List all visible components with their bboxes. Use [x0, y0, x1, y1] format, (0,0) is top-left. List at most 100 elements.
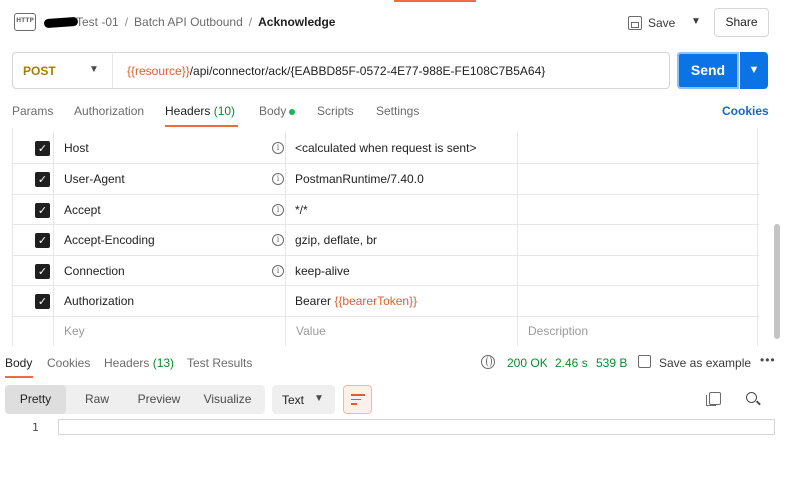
view-raw[interactable]: Raw [66, 385, 128, 414]
breadcrumb-folder[interactable]: Batch API Outbound [134, 15, 243, 29]
response-tab-test-results[interactable]: Test Results [187, 356, 252, 370]
new-header-row: Key Value Description [13, 317, 759, 346]
table-row: ✓ Accept-Encoding i gzip, deflate, br [13, 225, 759, 256]
response-tab-headers-label: Headers [104, 356, 150, 370]
response-size[interactable]: 539 B [596, 356, 627, 370]
header-enabled-checkbox[interactable]: ✓ [35, 264, 50, 279]
url-variable: {{resource}} [127, 64, 190, 78]
active-tab-underline [165, 125, 238, 127]
header-key[interactable]: Host [64, 141, 89, 155]
header-description[interactable] [518, 164, 759, 194]
save-options-chevron-down-icon[interactable]: ▼ [688, 14, 704, 30]
http-request-icon: HTTP [14, 13, 36, 31]
header-value[interactable]: */* [295, 203, 308, 217]
tab-body[interactable]: Body [259, 104, 296, 118]
wrap-lines-button[interactable] [343, 385, 372, 414]
new-value-input[interactable]: Value [296, 324, 326, 338]
table-row: ✓ Authorization Bearer {{bearerToken}} [13, 286, 759, 317]
header-value[interactable]: PostmanRuntime/7.40.0 [295, 172, 424, 186]
response-headers-count: (13) [152, 356, 175, 370]
tab-authorization[interactable]: Authorization [74, 104, 144, 118]
info-icon[interactable]: i [272, 204, 284, 216]
tab-settings[interactable]: Settings [376, 104, 419, 118]
tab-headers-label: Headers [165, 104, 211, 118]
table-row: ✓ Accept i */* [13, 195, 759, 225]
header-key[interactable]: Accept [64, 203, 101, 217]
body-indicator-dot [289, 108, 296, 115]
new-key-input[interactable]: Key [64, 324, 85, 338]
view-visualize[interactable]: Visualize [190, 385, 265, 414]
view-preview[interactable]: Preview [128, 385, 190, 414]
method-label: POST [23, 64, 56, 78]
response-tabs: Body Cookies Headers (13) Test Results 2… [0, 353, 800, 380]
header-value[interactable]: <calculated when request is sent> [295, 141, 476, 155]
header-value[interactable]: gzip, deflate, br [295, 233, 377, 247]
tab-scripts[interactable]: Scripts [317, 104, 354, 118]
breadcrumb: Test -01/Batch API Outbound / Acknowledge [43, 15, 335, 29]
table-row: ✓ Host i <calculated when request is sent… [13, 133, 759, 164]
header-key[interactable]: Connection [64, 264, 125, 278]
info-icon[interactable]: i [272, 142, 284, 154]
response-tab-cookies[interactable]: Cookies [47, 356, 90, 370]
globe-icon[interactable] [481, 355, 495, 369]
tab-body-label: Body [259, 104, 287, 118]
header-value[interactable]: Bearer {{bearerToken}} [295, 294, 417, 308]
breadcrumb-collection[interactable]: Test -01 [76, 15, 119, 29]
header-value[interactable]: keep-alive [295, 264, 350, 278]
scrollbar[interactable] [774, 224, 780, 339]
header-enabled-checkbox[interactable]: ✓ [35, 233, 50, 248]
line-number: 1 [32, 421, 39, 434]
header-key[interactable]: Authorization [64, 294, 134, 308]
tab-headers[interactable]: Headers (10) [165, 104, 235, 118]
wrap-lines-icon [351, 394, 365, 406]
save-label: Save [648, 16, 676, 30]
chevron-down-icon: ▼ [89, 64, 99, 75]
header-description[interactable] [518, 256, 759, 285]
url-path: /api/connector/ack/{EABBD85F-0572-4E77-9… [189, 64, 546, 78]
save-as-example-button[interactable]: Save as example [659, 356, 751, 370]
table-row: ✓ Connection i keep-alive [13, 256, 759, 286]
info-icon[interactable]: i [272, 173, 284, 185]
header-value-variable: {{bearerToken}} [334, 294, 418, 308]
header-description[interactable] [518, 225, 759, 255]
response-body-editor[interactable]: 1 [0, 419, 800, 439]
format-select[interactable]: Text ▼ [272, 385, 335, 414]
view-pretty[interactable]: Pretty [5, 385, 66, 414]
search-icon[interactable] [746, 392, 757, 403]
header-description[interactable] [518, 133, 759, 163]
view-mode-segmented-control: Pretty Raw Preview Visualize [5, 385, 265, 414]
header-description[interactable] [518, 195, 759, 224]
tab-params[interactable]: Params [12, 104, 53, 118]
more-options-icon[interactable]: ••• [760, 353, 776, 367]
save-icon [628, 16, 642, 30]
header-enabled-checkbox[interactable]: ✓ [35, 172, 50, 187]
send-options-chevron-down-icon[interactable]: ▼ [740, 52, 768, 89]
share-button[interactable]: Share [714, 8, 769, 37]
breadcrumb-current-request[interactable]: Acknowledge [258, 15, 335, 29]
header-key[interactable]: User-Agent [64, 172, 125, 186]
tab-headers-count: (10) [213, 104, 236, 118]
active-tab-underline [5, 376, 33, 378]
save-button[interactable]: Save [628, 10, 675, 36]
method-select[interactable]: POST ▼ [13, 53, 113, 88]
new-description-input[interactable]: Description [528, 324, 588, 338]
redacted-text [43, 17, 79, 29]
header-enabled-checkbox[interactable]: ✓ [35, 294, 50, 309]
copy-icon[interactable] [706, 392, 721, 406]
info-icon[interactable]: i [272, 234, 284, 246]
info-icon[interactable]: i [272, 265, 284, 277]
header-description[interactable] [518, 286, 759, 316]
url-input[interactable]: {{resource}}/api/connector/ack/{EABBD85F… [127, 64, 545, 78]
status-code[interactable]: 200 OK [507, 356, 548, 370]
cookies-link[interactable]: Cookies [722, 104, 769, 118]
editor-line[interactable] [58, 419, 775, 435]
response-tab-body[interactable]: Body [5, 356, 32, 370]
response-time[interactable]: 2.46 s [555, 356, 588, 370]
header-enabled-checkbox[interactable]: ✓ [35, 203, 50, 218]
header-enabled-checkbox[interactable]: ✓ [35, 141, 50, 156]
response-tab-headers[interactable]: Headers (13) [104, 356, 174, 370]
header-value-prefix: Bearer [295, 294, 335, 308]
send-button[interactable]: Send [677, 52, 739, 89]
header-key[interactable]: Accept-Encoding [64, 233, 155, 247]
request-url-bar: POST ▼ {{resource}}/api/connector/ack/{E… [12, 52, 670, 89]
